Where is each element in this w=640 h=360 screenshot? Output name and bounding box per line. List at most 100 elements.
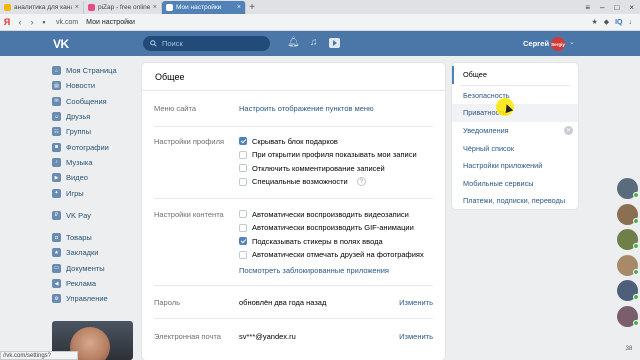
menu-icon[interactable]: ≡ bbox=[585, 1, 590, 14]
checkbox[interactable] bbox=[239, 137, 247, 145]
menu-item-app-settings[interactable]: Настройки приложений bbox=[452, 157, 578, 175]
checkbox[interactable] bbox=[239, 223, 247, 232]
nav-item-photos[interactable]: ◙ Фотографии bbox=[52, 139, 142, 154]
nav-item-games[interactable]: ✦ Игры bbox=[52, 185, 142, 200]
nav-label: Управление bbox=[66, 294, 108, 304]
tab-favicon-icon bbox=[88, 4, 95, 11]
option-label: Подсказывать стикеры в полях ввода bbox=[252, 236, 383, 246]
checkbox[interactable] bbox=[239, 177, 247, 186]
nav-item-bookmarks[interactable]: ★ Закладки bbox=[52, 245, 142, 260]
new-tab-icon[interactable]: + bbox=[246, 1, 258, 14]
browser-tabbar: аналитика для канала - Тв × piZap - free… bbox=[0, 0, 640, 14]
nav-item-manage[interactable]: ⚙ Управление bbox=[52, 291, 142, 306]
chat-avatar[interactable] bbox=[617, 203, 639, 225]
option-hide-gifts[interactable]: Скрывать блок подарков bbox=[239, 136, 338, 146]
option-label: Автоматически воспроизводить видеозаписи bbox=[252, 209, 409, 219]
checkbox[interactable] bbox=[239, 210, 247, 218]
option-disable-comments[interactable]: Отключить комментирование записей bbox=[239, 163, 385, 173]
chat-avatar[interactable] bbox=[617, 178, 639, 199]
lock-icon: ▪ bbox=[42, 17, 46, 27]
forward-icon[interactable]: › bbox=[26, 17, 38, 27]
nav-item-vk-pay[interactable]: ₽ VK Pay bbox=[52, 208, 142, 223]
extension-icon[interactable]: ◆ bbox=[604, 18, 609, 26]
nav-item-news[interactable]: ▤ Новости bbox=[52, 78, 142, 93]
option-sticker-hints[interactable]: Подсказывать стикеры в полях ввода bbox=[239, 236, 383, 246]
change-password-link[interactable]: Изменить bbox=[399, 298, 433, 307]
option-tag-friends[interactable]: Автоматически отмечать друзей на фотогра… bbox=[239, 250, 424, 260]
menu-item-privacy[interactable]: Приватность bbox=[452, 104, 578, 122]
option-autoplay-gif[interactable]: Автоматически воспроизводить GIF-анимаци… bbox=[239, 223, 414, 233]
menu-item-security[interactable]: Безопасность bbox=[452, 87, 578, 105]
search-input[interactable]: Поиск bbox=[143, 36, 270, 51]
option-show-my-posts[interactable]: При открытии профиля показывать мои запи… bbox=[239, 150, 417, 160]
checkbox[interactable] bbox=[239, 164, 247, 172]
chat-avatar[interactable] bbox=[617, 229, 639, 250]
configure-menu-link[interactable]: Настроить отображение пунктов меню bbox=[239, 104, 374, 113]
option-accessibility[interactable]: Специальные возможности? bbox=[239, 177, 366, 187]
close-icon[interactable]: × bbox=[153, 4, 157, 11]
star-icon: ★ bbox=[52, 248, 61, 258]
email-label: Электронная почта bbox=[154, 332, 221, 341]
menu-item-notifications[interactable]: Уведомления ✕ bbox=[452, 122, 578, 140]
chat-avatar[interactable] bbox=[617, 305, 639, 327]
option-autoplay-video[interactable]: Автоматически воспроизводить видеозаписи bbox=[239, 209, 409, 219]
megaphone-icon: ◀ bbox=[52, 279, 61, 288]
site-menu-label: Меню сайта bbox=[154, 104, 196, 113]
profile-settings-label: Настройки профиля bbox=[154, 137, 225, 146]
menu-item-mobile-services[interactable]: Мобильные сервисы bbox=[452, 175, 578, 193]
close-icon[interactable]: × bbox=[75, 4, 79, 11]
search-icon bbox=[150, 40, 157, 47]
browser-tab-active[interactable]: Мои настройки × bbox=[162, 1, 246, 14]
yandex-logo-icon[interactable]: Я bbox=[0, 17, 14, 27]
music-note-icon[interactable]: ♫ bbox=[310, 37, 318, 49]
menu-item-general[interactable]: Общее bbox=[452, 66, 578, 84]
nav-label: Музыка bbox=[66, 157, 93, 167]
vk-logo[interactable]: VK bbox=[53, 37, 69, 51]
nav-item-goods[interactable]: ◘ Товары bbox=[52, 230, 142, 245]
nav-item-ads[interactable]: ◀ Реклама bbox=[52, 276, 142, 291]
avatar[interactable]: Sergiy bbox=[551, 37, 565, 51]
tab-title: аналитика для канала - Тв bbox=[14, 4, 72, 11]
home-icon: ⌂ bbox=[52, 66, 61, 76]
play-icon[interactable] bbox=[329, 38, 340, 48]
menu-item-blacklist[interactable]: Чёрный список bbox=[452, 139, 578, 157]
settings-panel: Общее Меню сайта Настроить отображение п… bbox=[142, 63, 445, 360]
maximize-icon[interactable]: □ bbox=[614, 1, 619, 14]
back-icon[interactable]: ‹ bbox=[14, 17, 26, 27]
search-placeholder: Поиск bbox=[162, 39, 183, 48]
nav-item-music[interactable]: ♪ Музыка bbox=[52, 155, 142, 170]
change-email-link[interactable]: Изменить bbox=[399, 332, 433, 341]
user-name[interactable]: Сергей bbox=[523, 39, 549, 48]
nav-item-groups[interactable]: ☷ Группы bbox=[52, 124, 142, 139]
checkbox[interactable] bbox=[239, 150, 247, 159]
chat-count-badge[interactable]: 38 bbox=[619, 346, 639, 356]
checkbox[interactable] bbox=[239, 250, 247, 259]
blocked-apps-link[interactable]: Посмотреть заблокированные приложения bbox=[239, 266, 389, 275]
close-window-icon[interactable]: × bbox=[629, 1, 634, 14]
checkbox[interactable] bbox=[239, 237, 247, 245]
nav-item-documents[interactable]: ▭ Документы bbox=[52, 261, 142, 276]
download-icon[interactable]: ↓ bbox=[629, 19, 633, 26]
nav-item-messages[interactable]: ✉ Сообщения bbox=[52, 94, 142, 109]
chat-avatar[interactable] bbox=[617, 254, 639, 276]
help-icon[interactable]: ? bbox=[356, 177, 366, 186]
nav-item-my-page[interactable]: ⌂ Моя Страница bbox=[52, 63, 142, 78]
bookmark-icon[interactable]: ★ bbox=[591, 18, 597, 26]
chat-avatar[interactable] bbox=[617, 280, 639, 301]
close-icon[interactable]: ✕ bbox=[564, 125, 573, 135]
nav-item-video[interactable]: ▶ Видео bbox=[52, 170, 142, 185]
bell-icon[interactable]: 🔔︎ bbox=[287, 37, 300, 49]
nav-item-friends[interactable]: ☺ Друзья bbox=[52, 109, 142, 124]
chevron-down-icon[interactable]: ⌄ bbox=[569, 38, 575, 46]
minimize-icon[interactable]: – bbox=[600, 1, 604, 14]
manage-icon: ⚙ bbox=[52, 294, 61, 304]
url-text[interactable]: vk.com bbox=[56, 19, 78, 26]
browser-tab[interactable]: piZap - free online photo ... × bbox=[84, 1, 162, 14]
close-icon[interactable]: × bbox=[237, 4, 241, 11]
music-icon: ♪ bbox=[52, 157, 61, 167]
iq-extension-label[interactable]: IQ bbox=[615, 19, 622, 26]
menu-item-payments[interactable]: Платежи, подписки, переводы bbox=[452, 192, 578, 210]
browser-tab[interactable]: аналитика для канала - Тв × bbox=[0, 1, 84, 14]
nav-label: Фотографии bbox=[66, 142, 109, 152]
page-title-text: Мои настройки bbox=[86, 18, 135, 26]
